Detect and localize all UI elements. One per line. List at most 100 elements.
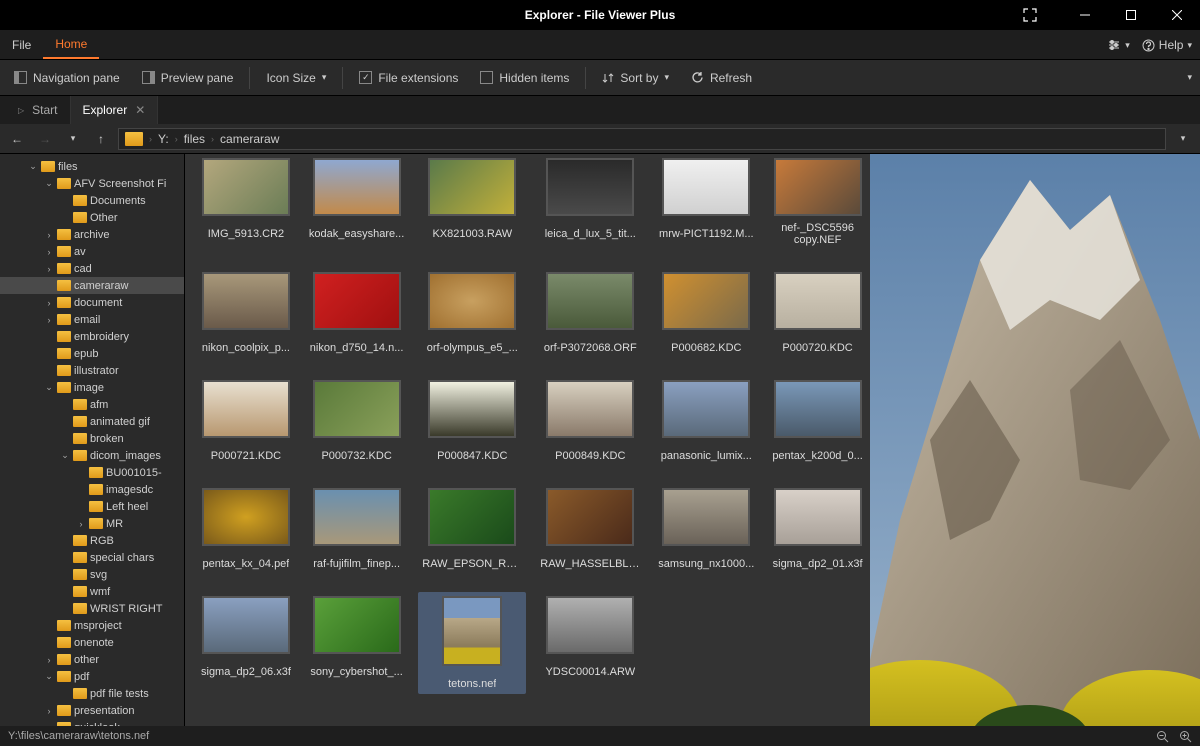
file-item[interactable]: pentax_k200d_0... <box>768 376 867 466</box>
tree-item[interactable]: ›MR <box>0 515 184 532</box>
file-grid[interactable]: IMG_5913.CR2kodak_easyshare...KX821003.R… <box>185 154 870 726</box>
nav-back-button[interactable]: ← <box>6 128 28 150</box>
settings-icon[interactable]: ▾ <box>1107 38 1130 52</box>
chevron-down-icon[interactable]: ⌄ <box>60 450 70 461</box>
tree-item[interactable]: ›cameraraw <box>0 277 184 294</box>
toolbar-expand-icon[interactable]: ▾ <box>1187 72 1192 83</box>
tree-item[interactable]: ›Left heel <box>0 498 184 515</box>
breadcrumb[interactable]: › Y: › files › cameraraw <box>118 128 1166 150</box>
menu-home[interactable]: Home <box>43 30 99 59</box>
tree-item[interactable]: ›quicklook <box>0 719 184 726</box>
crumb-files[interactable]: files <box>184 132 205 146</box>
file-item[interactable]: mrw-PICT1192.M... <box>654 154 758 250</box>
menu-file[interactable]: File <box>0 30 43 59</box>
tree-item[interactable]: ›illustrator <box>0 362 184 379</box>
file-item[interactable]: P000847.KDC <box>418 376 526 466</box>
file-item[interactable]: P000732.KDC <box>305 376 408 466</box>
file-item[interactable]: RAW_HASSELBLA... <box>536 484 644 574</box>
minimize-button[interactable] <box>1062 0 1108 30</box>
tree-item[interactable]: ›imagesdc <box>0 481 184 498</box>
icon-size-dropdown[interactable]: Icon Size▾ <box>260 67 332 89</box>
tab-start[interactable]: ▷Start <box>6 96 71 124</box>
file-item[interactable]: P000682.KDC <box>654 268 758 358</box>
preview-pane-toggle[interactable]: Preview pane <box>136 67 240 89</box>
tree-item[interactable]: ›pdf file tests <box>0 685 184 702</box>
tree-item[interactable]: ›embroidery <box>0 328 184 345</box>
file-item[interactable]: YDSC00014.ARW <box>536 592 644 694</box>
zoom-out-icon[interactable] <box>1156 730 1169 743</box>
preview-pane[interactable] <box>870 154 1200 726</box>
breadcrumb-dropdown-icon[interactable]: ▾ <box>1172 128 1194 150</box>
file-item[interactable]: IMG_5913.CR2 <box>197 154 295 250</box>
hidden-items-toggle[interactable]: Hidden items <box>474 67 575 89</box>
chevron-right-icon[interactable]: › <box>44 655 54 665</box>
tree-item[interactable]: ›afm <box>0 396 184 413</box>
nav-history-dropdown[interactable]: ▾ <box>62 128 84 150</box>
crumb-cameraraw[interactable]: cameraraw <box>220 132 279 146</box>
chevron-down-icon[interactable]: ⌄ <box>44 178 54 189</box>
nav-up-button[interactable]: ↑ <box>90 128 112 150</box>
nav-forward-button[interactable]: → <box>34 128 56 150</box>
file-item[interactable]: samsung_nx1000... <box>654 484 758 574</box>
tree-item[interactable]: ›presentation <box>0 702 184 719</box>
tree-item[interactable]: ›RGB <box>0 532 184 549</box>
file-item[interactable]: panasonic_lumix... <box>654 376 758 466</box>
file-item[interactable]: leica_d_lux_5_tit... <box>536 154 644 250</box>
tree-item[interactable]: ›other <box>0 651 184 668</box>
file-item[interactable]: nikon_coolpix_p... <box>197 268 295 358</box>
file-item[interactable]: P000849.KDC <box>536 376 644 466</box>
maximize-button[interactable] <box>1108 0 1154 30</box>
chevron-right-icon[interactable]: › <box>44 247 54 257</box>
file-item[interactable]: sigma_dp2_01.x3f <box>768 484 867 574</box>
file-item[interactable]: orf-P3072068.ORF <box>536 268 644 358</box>
close-icon[interactable]: ✕ <box>135 103 145 117</box>
expand-icon[interactable] <box>1010 0 1050 30</box>
tree-item[interactable]: ›broken <box>0 430 184 447</box>
file-item[interactable]: pentax_kx_04.pef <box>197 484 295 574</box>
tree-item[interactable]: ›cad <box>0 260 184 277</box>
chevron-down-icon[interactable]: ⌄ <box>44 671 54 682</box>
file-item[interactable]: orf-olympus_e5_... <box>418 268 526 358</box>
tree-item[interactable]: ›Other <box>0 209 184 226</box>
tree-item[interactable]: ⌄AFV Screenshot Fi <box>0 175 184 192</box>
tab-explorer[interactable]: Explorer✕ <box>71 96 159 124</box>
navigation-pane-toggle[interactable]: Navigation pane <box>8 67 126 89</box>
chevron-down-icon[interactable]: ⌄ <box>44 382 54 393</box>
tree-item[interactable]: ⌄files <box>0 158 184 175</box>
chevron-down-icon[interactable]: ⌄ <box>28 161 38 172</box>
tree-item[interactable]: ›document <box>0 294 184 311</box>
file-item[interactable]: nef-_DSC5596copy.NEF <box>768 154 867 250</box>
tree-item[interactable]: ›svg <box>0 566 184 583</box>
tree-item[interactable]: ›animated gif <box>0 413 184 430</box>
file-item[interactable]: nikon_d750_14.n... <box>305 268 408 358</box>
tree-item[interactable]: ›av <box>0 243 184 260</box>
chevron-right-icon[interactable]: › <box>76 519 86 529</box>
tree-item[interactable]: ›BU001015- <box>0 464 184 481</box>
chevron-right-icon[interactable]: › <box>44 315 54 325</box>
chevron-right-icon[interactable]: › <box>44 706 54 716</box>
help-menu[interactable]: Help ▾ <box>1142 38 1192 52</box>
tree-item[interactable]: ⌄pdf <box>0 668 184 685</box>
navigation-tree[interactable]: ⌄files⌄AFV Screenshot Fi›Documents›Other… <box>0 154 185 726</box>
refresh-button[interactable]: Refresh <box>685 67 758 89</box>
tree-item[interactable]: ⌄dicom_images <box>0 447 184 464</box>
file-item[interactable]: kodak_easyshare... <box>305 154 408 250</box>
zoom-in-icon[interactable] <box>1179 730 1192 743</box>
file-item[interactable]: sony_cybershot_... <box>305 592 408 694</box>
file-item[interactable]: P000721.KDC <box>197 376 295 466</box>
tree-item[interactable]: ›archive <box>0 226 184 243</box>
close-button[interactable] <box>1154 0 1200 30</box>
tree-item[interactable]: ›special chars <box>0 549 184 566</box>
tree-item[interactable]: ›wmf <box>0 583 184 600</box>
crumb-drive[interactable]: Y: <box>158 132 169 146</box>
chevron-right-icon[interactable]: › <box>44 230 54 240</box>
tree-item[interactable]: ›onenote <box>0 634 184 651</box>
file-item[interactable]: raf-fujifilm_finep... <box>305 484 408 574</box>
file-item[interactable]: KX821003.RAW <box>418 154 526 250</box>
tree-item[interactable]: ›epub <box>0 345 184 362</box>
chevron-right-icon[interactable]: › <box>44 264 54 274</box>
tree-item[interactable]: ›Documents <box>0 192 184 209</box>
tree-item[interactable]: ⌄image <box>0 379 184 396</box>
file-extensions-toggle[interactable]: ✓File extensions <box>353 67 464 89</box>
chevron-right-icon[interactable]: › <box>44 298 54 308</box>
